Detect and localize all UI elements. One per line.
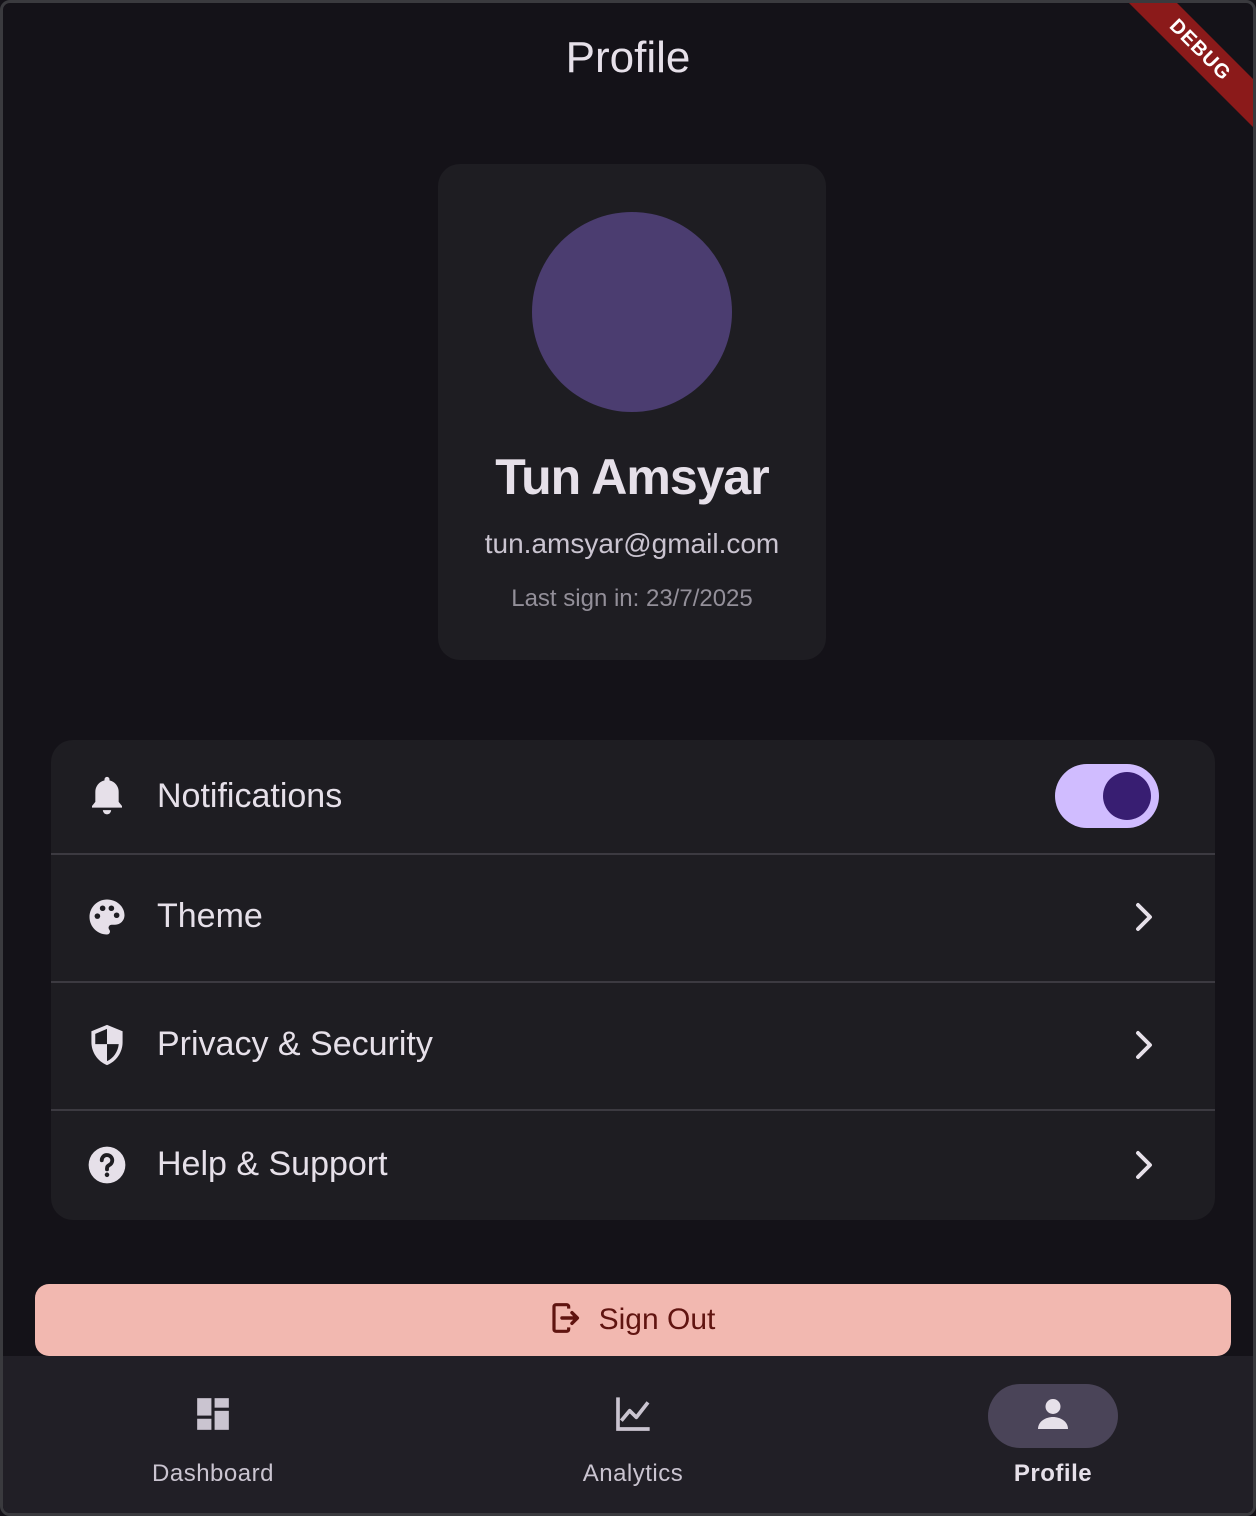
help-icon (85, 1143, 129, 1187)
nav-label: Profile (1013, 1460, 1093, 1487)
chevron-right-icon (1129, 902, 1159, 932)
nav-label: Analytics (582, 1460, 684, 1487)
nav-pill (568, 1384, 698, 1448)
chevron-right-icon (1129, 1150, 1159, 1180)
setting-label: Theme (157, 897, 263, 935)
setting-label: Privacy & Security (157, 1025, 433, 1063)
nav-item-profile[interactable]: Profile (953, 1356, 1153, 1513)
nav-pill (148, 1384, 278, 1448)
profile-card: Tun Amsyar tun.amsyar@gmail.com Last sig… (438, 164, 826, 660)
nav-item-analytics[interactable]: Analytics (533, 1356, 733, 1513)
setting-label: Help & Support (157, 1145, 388, 1183)
last-sign-in: Last sign in: 23/7/2025 (511, 585, 753, 612)
sign-out-button[interactable]: Sign Out (35, 1284, 1231, 1356)
person-icon (1035, 1396, 1071, 1437)
nav-item-dashboard[interactable]: Dashboard (113, 1356, 313, 1513)
chevron-right-icon (1129, 1030, 1159, 1060)
setting-label: Notifications (157, 776, 343, 815)
app-window: Profile DEBUG Tun Amsyar tun.amsyar@gmai… (0, 0, 1256, 1516)
sign-out-label: Sign Out (598, 1303, 716, 1336)
dashboard-icon (194, 1395, 232, 1438)
setting-help[interactable]: Help & Support (51, 1109, 1215, 1220)
page-title: Profile (565, 33, 691, 82)
nav-label: Dashboard (152, 1460, 274, 1487)
logout-icon (551, 1302, 581, 1339)
setting-privacy[interactable]: Privacy & Security (51, 981, 1215, 1108)
toggle-knob (1103, 772, 1151, 820)
setting-notifications[interactable]: Notifications (51, 740, 1215, 852)
bottom-navigation: Dashboard Analytics Profile (3, 1356, 1253, 1513)
palette-icon (85, 895, 129, 939)
notifications-toggle[interactable] (1055, 764, 1159, 828)
bell-icon (85, 774, 129, 818)
settings-list: Notifications Theme Privacy & Security H… (51, 740, 1215, 1220)
shield-icon (85, 1023, 129, 1067)
setting-theme[interactable]: Theme (51, 853, 1215, 980)
profile-email: tun.amsyar@gmail.com (484, 528, 780, 559)
analytics-icon (612, 1394, 654, 1439)
nav-pill-active (988, 1384, 1118, 1448)
avatar[interactable] (532, 212, 732, 412)
profile-name: Tun Amsyar (495, 449, 769, 505)
